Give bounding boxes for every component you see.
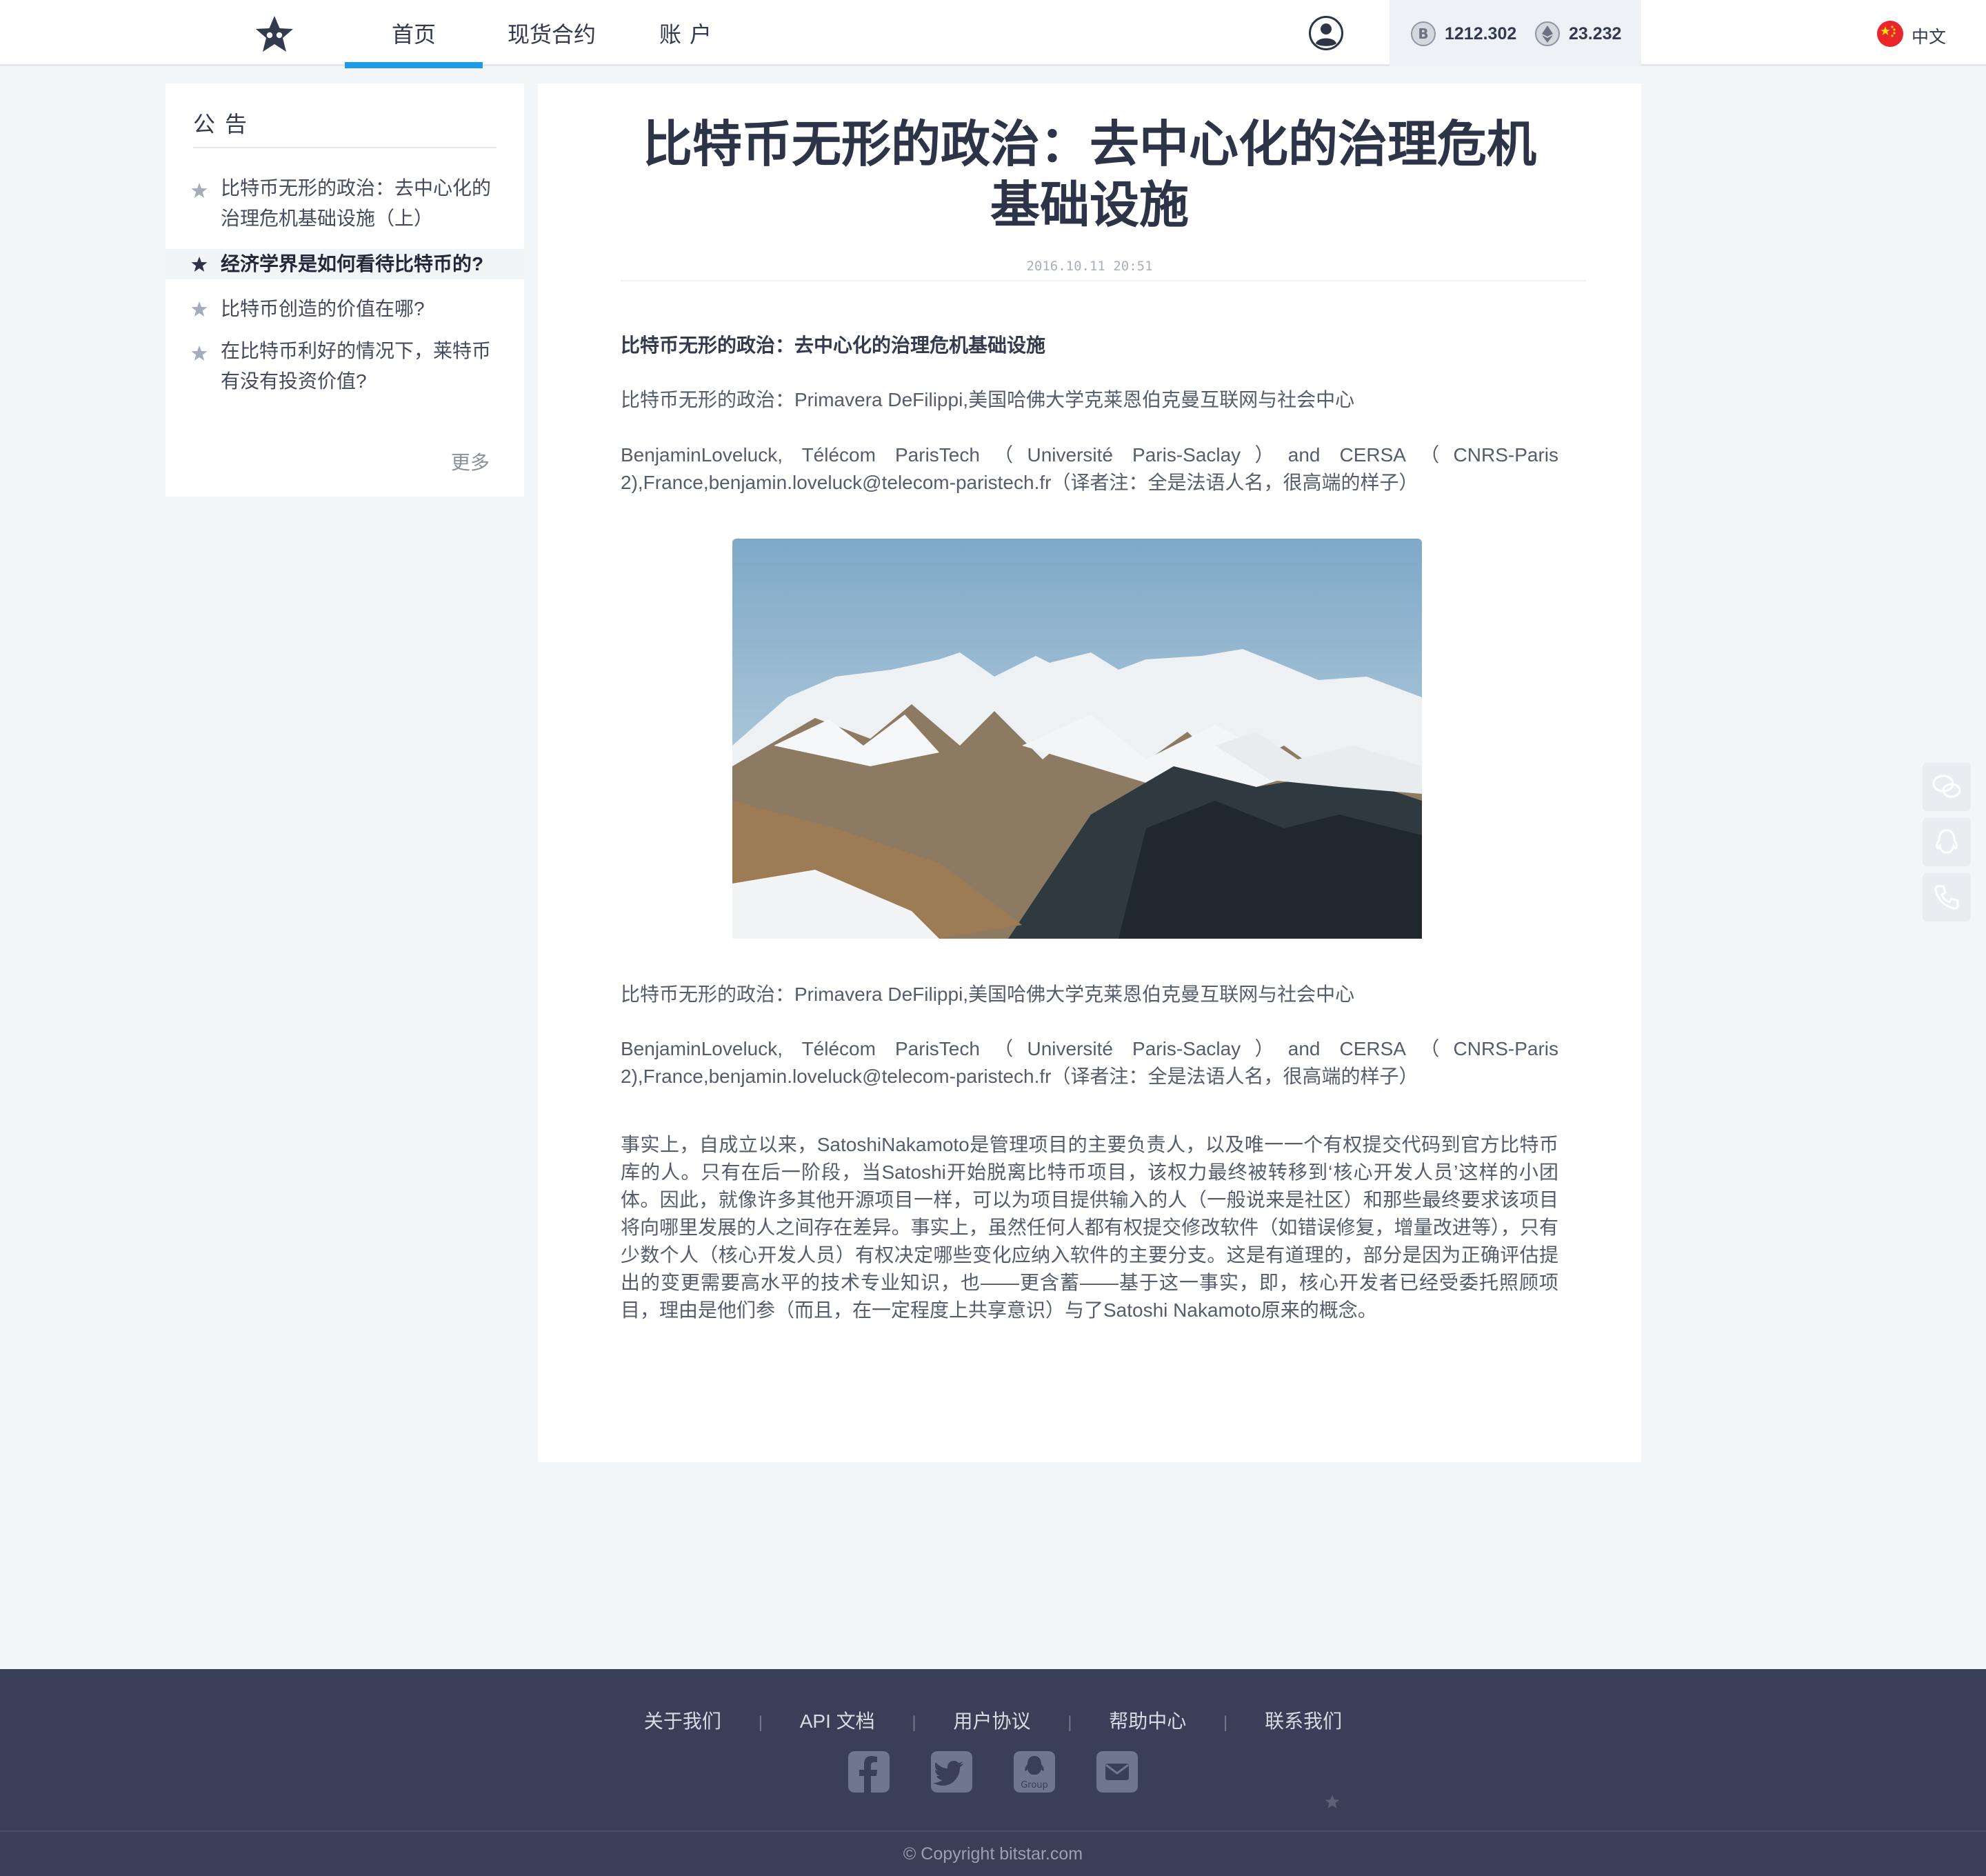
- announcement-item[interactable]: 比特币无形的政治：去中心化的治理危机基础设施（上）: [166, 173, 524, 235]
- footer-links: 关于我们 | API 文档 | 用户协议 | 帮助中心 | 联系我们: [0, 1706, 1986, 1734]
- star-icon: [191, 183, 208, 198]
- article-paragraph: 比特币无形的政治：Primavera DeFilippi,美国哈佛大学克莱恩伯克…: [621, 389, 1355, 410]
- email-icon[interactable]: [1096, 1750, 1139, 1793]
- article-title: 比特币无形的政治：去中心化的治理危机基础设施: [642, 117, 1536, 233]
- tab-home[interactable]: 首页: [345, 0, 483, 68]
- article-paragraph: BenjaminLoveluck, Télécom ParisTech（Univ…: [621, 1038, 1558, 1087]
- more-link[interactable]: 更多: [451, 448, 490, 475]
- announcement-item[interactable]: 比特币创造的价值在哪?: [166, 294, 524, 324]
- qq-group-icon[interactable]: Group: [1013, 1750, 1056, 1793]
- ethereum-icon: [1535, 21, 1560, 46]
- footer-separator: |: [1067, 1713, 1072, 1732]
- tab-account[interactable]: 账户: [648, 0, 731, 66]
- wechat-button[interactable]: [1923, 763, 1971, 811]
- article-paragraph: 比特币无形的政治：Primavera DeFilippi,美国哈佛大学克莱恩伯克…: [621, 984, 1355, 1005]
- phone-icon: [1934, 885, 1959, 910]
- announcement-item-label: 经济学界是如何看待比特币的?: [221, 253, 484, 275]
- footer-link-contact[interactable]: 联系我们: [1265, 1706, 1342, 1734]
- ethereum-balance: 23.232: [1569, 24, 1622, 43]
- qq-icon: [1936, 829, 1958, 854]
- star-logo-icon[interactable]: [255, 15, 294, 52]
- sidebar-title: 公告: [193, 112, 257, 137]
- star-icon: [191, 346, 208, 361]
- china-flag-icon: [1877, 21, 1903, 47]
- announcement-item-label: 在比特币利好的情况下，莱特币有没有投资价值?: [221, 340, 492, 392]
- svg-text:B: B: [1418, 26, 1428, 42]
- language-label: 中文: [1912, 28, 1947, 47]
- star-icon: [191, 301, 208, 317]
- announcement-item[interactable]: 在比特币利好的情况下，莱特币有没有投资价值?: [166, 336, 524, 398]
- sidebar-divider: [193, 147, 496, 148]
- footer-separator: |: [912, 1713, 916, 1732]
- announcement-item-label: 比特币无形的政治：去中心化的治理危机基础设施（上）: [221, 177, 492, 229]
- user-avatar-icon[interactable]: [1308, 15, 1344, 51]
- footer-separator: |: [1223, 1713, 1228, 1732]
- twitter-icon[interactable]: [930, 1750, 973, 1793]
- star-icon: [1325, 1794, 1340, 1809]
- facebook-icon[interactable]: [847, 1750, 890, 1793]
- star-icon: [191, 257, 208, 272]
- balance-panel: B 1212.302 23.232: [1390, 0, 1641, 66]
- article-paragraph: 事实上，自成立以来，SatoshiNakamoto是管理项目的主要负责人，以及唯…: [621, 1134, 1558, 1321]
- qq-button[interactable]: [1923, 818, 1971, 866]
- svg-text:Group: Group: [1021, 1780, 1048, 1790]
- footer-link-api-docs[interactable]: API 文档: [800, 1706, 875, 1734]
- article-panel: 比特币无形的政治：去中心化的治理危机基础设施 2016.10.11 20:51 …: [538, 83, 1641, 1462]
- footer-link-user-agreement[interactable]: 用户协议: [953, 1706, 1030, 1734]
- wechat-icon: [1932, 775, 1961, 798]
- article-paragraph: 比特币无形的政治：去中心化的治理危机基础设施: [621, 335, 1046, 356]
- page-footer: 关于我们 | API 文档 | 用户协议 | 帮助中心 | 联系我们 Group…: [0, 1669, 1986, 1876]
- top-header: 首页 现货合约 账户 B 1212.302 23.232 中文: [0, 0, 1986, 68]
- footer-link-about[interactable]: 关于我们: [644, 1706, 721, 1734]
- footer-separator: |: [758, 1713, 763, 1732]
- footer-link-help-center[interactable]: 帮助中心: [1109, 1706, 1186, 1734]
- footer-divider: [0, 1830, 1986, 1832]
- announcement-sidebar: 公告 比特币无形的政治：去中心化的治理危机基础设施（上） 经济学界是如何看待比特…: [166, 83, 524, 497]
- bitcoin-balance: 1212.302: [1445, 24, 1517, 43]
- bitcoin-icon: B: [1411, 21, 1436, 46]
- copyright-text: © Copyright bitstar.com: [903, 1844, 1083, 1864]
- announcement-item[interactable]: 经济学界是如何看待比特币的?: [166, 249, 524, 279]
- announcement-item-label: 比特币创造的价值在哪?: [221, 298, 425, 319]
- tab-spot-contract[interactable]: 现货合约: [496, 0, 607, 66]
- article-date: 2016.10.11 20:51: [1026, 259, 1153, 274]
- article-divider: [621, 280, 1586, 281]
- phone-button[interactable]: [1923, 873, 1971, 921]
- article-paragraph: BenjaminLoveluck, Télécom ParisTech（Univ…: [621, 444, 1558, 493]
- mountain-photo: [732, 539, 1422, 939]
